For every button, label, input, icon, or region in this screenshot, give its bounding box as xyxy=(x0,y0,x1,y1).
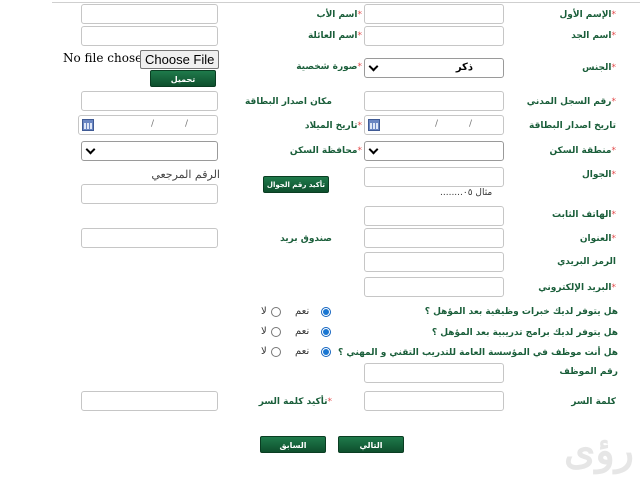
residence-governorate-label: *محافظة السكن xyxy=(289,146,362,156)
gender-label: *الجنس xyxy=(582,63,616,73)
email-input[interactable] xyxy=(364,277,504,297)
date-separator: / xyxy=(435,119,439,129)
landline-label: *الهاتف الثابت xyxy=(552,210,616,220)
question-training: هل يتوفر لديك برامج تدريبية بعد المؤهل ؟ xyxy=(431,328,618,338)
civil-id-input[interactable] xyxy=(364,91,504,111)
mobile-label: *الجوال xyxy=(582,170,616,180)
training-yes-label: نعم xyxy=(295,326,310,337)
mobile-hint: مثال ٠٥........ xyxy=(440,188,493,198)
experience-yes-radio[interactable] xyxy=(321,307,331,317)
gender-select[interactable]: ذكر xyxy=(364,58,504,78)
experience-no-label: لا xyxy=(261,306,267,317)
choose-file-button[interactable]: Choose File xyxy=(140,50,220,69)
card-issue-place-label: مكان اصدار البطاقة xyxy=(244,97,332,107)
residence-region-label: *منطقة السكن xyxy=(549,146,616,156)
employee-yes-radio[interactable] xyxy=(321,347,331,357)
grandfather-name-label: *اسم الجد xyxy=(571,31,616,41)
first-name-label: *الإسم الأول xyxy=(559,10,616,20)
no-file-text: No file chosen xyxy=(63,51,150,65)
date-separator: / xyxy=(469,119,473,129)
address-input[interactable] xyxy=(364,228,504,248)
employee-number-input[interactable] xyxy=(364,363,504,383)
postal-code-input[interactable] xyxy=(364,252,504,272)
training-no-radio[interactable] xyxy=(271,327,281,337)
password-input[interactable] xyxy=(364,391,504,411)
address-label: *العنوان xyxy=(579,234,616,244)
card-issue-date-input[interactable]: / / xyxy=(364,115,504,135)
postal-code-label: الرمز البريدي xyxy=(557,257,616,267)
password-label: كلمة السر xyxy=(571,397,616,407)
upload-button[interactable]: تحميل xyxy=(150,70,216,87)
date-separator: / xyxy=(185,119,189,129)
date-separator: / xyxy=(151,119,155,129)
calendar-icon[interactable] xyxy=(82,119,94,131)
card-issue-date-label: تاريخ اصدار البطاقة xyxy=(529,121,616,131)
grandfather-name-input[interactable] xyxy=(364,26,504,46)
chevron-down-icon xyxy=(368,61,379,72)
employee-yes-label: نعم xyxy=(295,346,310,357)
residence-region-select[interactable] xyxy=(364,141,504,161)
birth-date-label: *تاريخ الميلاد xyxy=(304,121,362,131)
form-top-border xyxy=(52,0,640,3)
experience-yes-label: نعم xyxy=(295,306,310,317)
chevron-down-icon xyxy=(85,144,96,155)
birth-date-input[interactable]: / / xyxy=(78,115,218,135)
first-name-input[interactable] xyxy=(364,4,504,24)
residence-governorate-select[interactable] xyxy=(81,141,218,161)
employee-no-label: لا xyxy=(261,346,267,357)
previous-button[interactable]: السابق xyxy=(260,436,326,453)
landline-input[interactable] xyxy=(364,206,504,226)
father-name-input[interactable] xyxy=(81,4,218,24)
reference-number-input[interactable] xyxy=(81,184,218,204)
card-issue-place-input[interactable] xyxy=(81,91,218,111)
po-box-label: صندوق بريد xyxy=(280,234,332,244)
father-name-label: *اسم الأب xyxy=(316,10,362,20)
family-name-label: *اسم العائلة xyxy=(307,31,362,41)
chevron-down-icon xyxy=(368,144,379,155)
family-name-input[interactable] xyxy=(81,26,218,46)
watermark-logo: رؤى xyxy=(564,427,634,474)
photo-label: *صورة شخصية xyxy=(296,62,362,72)
question-employee: هل أنت موظف في المؤسسة العامة للتدريب ال… xyxy=(337,348,618,358)
gender-select-value: ذكر xyxy=(455,62,473,73)
confirm-mobile-button[interactable]: تأكيد رقم الجوال xyxy=(263,176,329,193)
question-experience: هل يتوفر لديك خبرات وظيفية بعد المؤهل ؟ xyxy=(424,307,618,317)
reference-number-label: الرقم المرجعي xyxy=(151,168,220,181)
po-box-input[interactable] xyxy=(81,228,218,248)
confirm-password-input[interactable] xyxy=(81,391,218,411)
experience-no-radio[interactable] xyxy=(271,307,281,317)
email-label: *البريد الإلكتروني xyxy=(538,283,616,293)
civil-id-label: *رقم السجل المدني xyxy=(526,97,616,107)
calendar-icon[interactable] xyxy=(368,119,380,131)
employee-no-radio[interactable] xyxy=(271,347,281,357)
training-no-label: لا xyxy=(261,326,267,337)
next-button[interactable]: التالي xyxy=(338,436,404,453)
confirm-password-label: *تأكيد كلمة السر xyxy=(258,397,332,407)
training-yes-radio[interactable] xyxy=(321,327,331,337)
mobile-input[interactable] xyxy=(364,167,504,187)
employee-number-label: رقم الموظف xyxy=(559,367,618,377)
